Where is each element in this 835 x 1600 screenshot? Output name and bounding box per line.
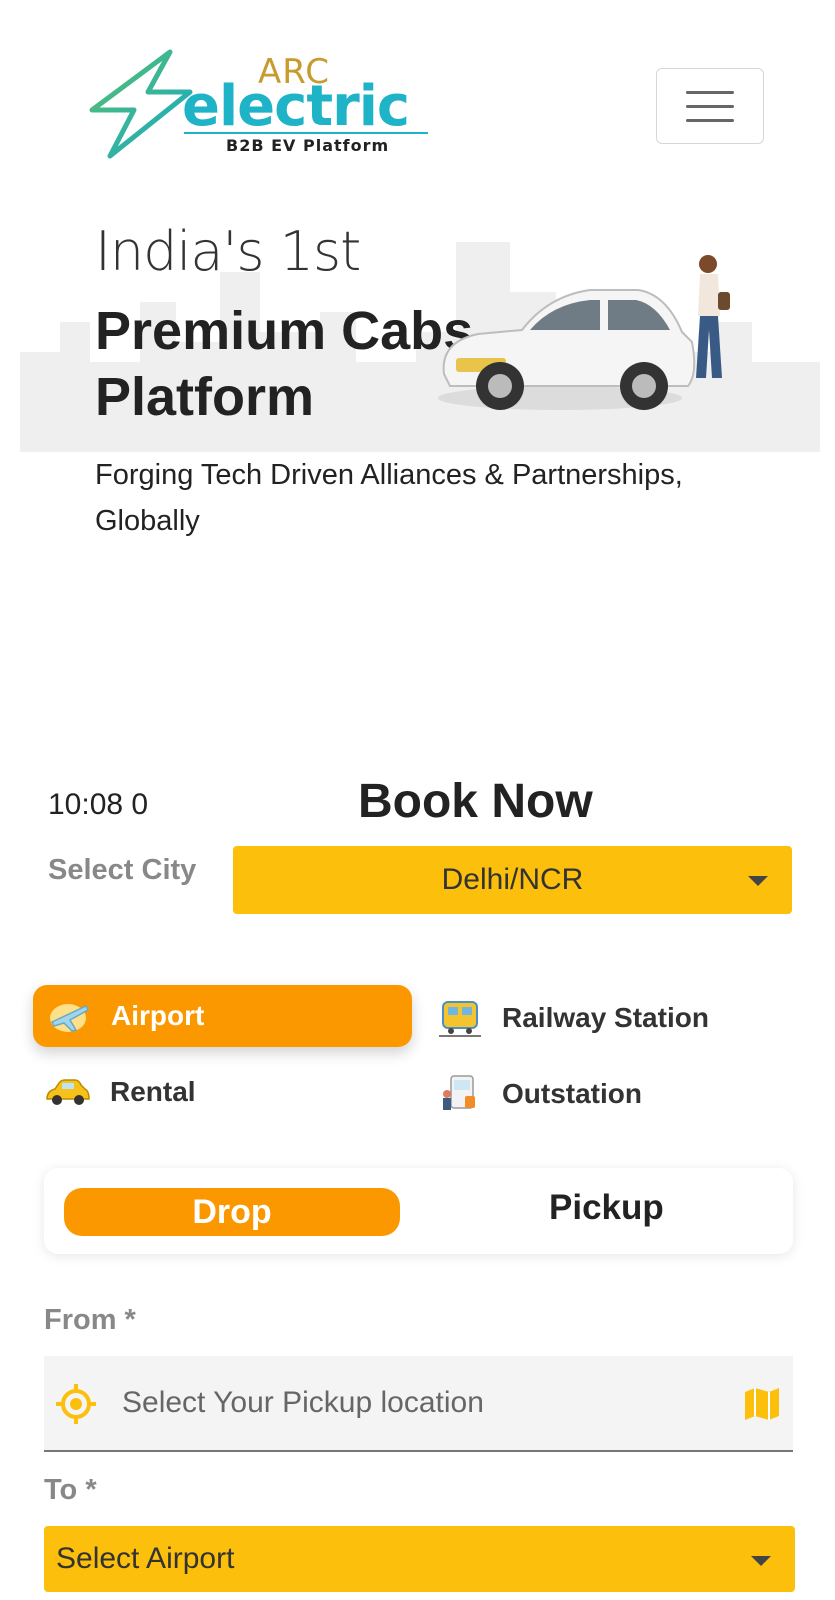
from-field[interactable]: [44, 1356, 793, 1452]
pickup-location-input[interactable]: [122, 1356, 682, 1450]
map-icon[interactable]: [743, 1386, 781, 1422]
logo-divider: [184, 132, 428, 134]
car-with-passenger-illustration: [438, 255, 730, 410]
trip-type-airport[interactable]: Airport: [33, 985, 412, 1047]
book-now-title: Book Now: [358, 775, 593, 828]
chevron-down-icon: [751, 1556, 771, 1566]
airplane-icon: [45, 996, 93, 1036]
hamburger-menu-button[interactable]: [656, 68, 764, 144]
outstation-icon: [436, 1074, 484, 1114]
location-target-icon[interactable]: [54, 1382, 98, 1426]
trip-type-outstation[interactable]: Outstation: [436, 1074, 642, 1114]
trip-type-airport-label: Airport: [111, 1000, 205, 1031]
select-city-label: Select City: [48, 854, 197, 886]
airport-select-value: Select Airport: [56, 1542, 235, 1575]
to-label: To *: [44, 1474, 97, 1506]
train-icon: [436, 998, 484, 1038]
trip-type-rental-label: Rental: [110, 1076, 196, 1107]
chevron-down-icon: [748, 876, 768, 886]
clock-text: 10:08 0: [48, 788, 149, 821]
trip-type-railway-station[interactable]: Railway Station: [436, 998, 709, 1038]
hero-section: India's 1st Premium Cabs Platform Forgin…: [0, 200, 835, 560]
trip-type-outstation-label: Outstation: [502, 1078, 642, 1109]
hero-subtitle: Forging Tech Driven Alliances & Partners…: [95, 459, 683, 537]
logo-tagline: B2B EV Platform: [226, 136, 390, 155]
drop-pickup-toggle: Drop Pickup: [44, 1168, 793, 1254]
trip-type-railway-station-label: Railway Station: [502, 1002, 709, 1033]
hero-pre-title: India's 1st: [95, 220, 361, 283]
drop-button[interactable]: Drop: [64, 1188, 400, 1236]
from-label: From *: [44, 1304, 136, 1336]
city-select[interactable]: Delhi/NCR: [233, 846, 792, 914]
logo-electric-text: electric: [182, 74, 410, 139]
trip-type-rental[interactable]: Rental: [44, 1072, 196, 1112]
hamburger-menu-icon: [686, 90, 734, 94]
city-select-value: Delhi/NCR: [441, 863, 584, 896]
taxi-icon: [44, 1072, 92, 1112]
pickup-button[interactable]: Pickup: [549, 1188, 664, 1228]
brand-logo[interactable]: ARC electric B2B EV Platform: [86, 48, 446, 160]
airport-select[interactable]: Select Airport: [44, 1526, 795, 1592]
